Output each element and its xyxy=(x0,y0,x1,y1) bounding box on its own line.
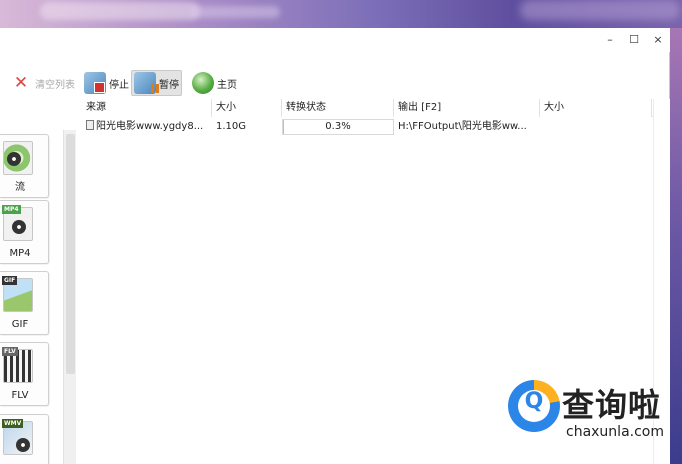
flv-format-icon: FLV xyxy=(2,347,33,383)
stop-label: 停止 xyxy=(109,79,129,91)
home-button[interactable]: 主页 xyxy=(190,70,239,96)
format-tile-wmv[interactable]: WMV xyxy=(0,414,49,464)
format-tile-gif[interactable]: GIF GIF xyxy=(0,271,49,335)
source-text: 阳光电影www.ygdy8... xyxy=(96,121,204,132)
format-tile-stream[interactable]: 流 xyxy=(0,134,49,198)
format-label: 流 xyxy=(15,182,25,193)
column-header-size[interactable]: 大小 xyxy=(212,99,282,117)
cell-output-size xyxy=(540,118,652,136)
column-header-status[interactable]: 转换状态 xyxy=(282,99,394,117)
progress-text: 0.3% xyxy=(325,121,351,132)
film-reel-icon xyxy=(7,152,21,166)
format-tag: WMV xyxy=(2,419,24,428)
wallpaper-cloud xyxy=(40,2,200,20)
pause-button[interactable]: 暂停 xyxy=(131,70,182,96)
format-tag: MP4 xyxy=(2,205,21,214)
mp4-format-icon: MP4 xyxy=(2,205,33,241)
format-tile-mp4[interactable]: MP4 MP4 xyxy=(0,200,49,264)
format-label: FLV xyxy=(11,390,29,401)
format-panel-scrollbar[interactable] xyxy=(63,130,76,464)
maximize-button[interactable]: ☐ xyxy=(622,32,646,48)
format-label: MP4 xyxy=(9,248,31,259)
clear-list-label: 清空列表 xyxy=(35,79,75,91)
column-header-output[interactable]: 输出 [F2] xyxy=(394,99,540,117)
delete-icon: ✕ xyxy=(13,73,29,93)
toolbar: ✕ 清空列表 停止 暂停 主页 xyxy=(0,68,670,98)
film-reel-icon xyxy=(12,220,26,234)
format-tag: FLV xyxy=(2,347,18,356)
table-header: 来源 大小 转换状态 输出 [F2] 大小 xyxy=(82,99,670,117)
format-label: GIF xyxy=(11,319,29,330)
wmv-format-icon: WMV xyxy=(2,419,33,455)
home-label: 主页 xyxy=(217,79,237,91)
desktop-wallpaper xyxy=(0,0,682,28)
watermark-chinese-text: 查询啦 xyxy=(562,386,662,424)
scrollbar-thumb[interactable] xyxy=(66,134,75,374)
close-button[interactable]: × xyxy=(646,32,670,48)
column-header-output-size[interactable]: 大小 xyxy=(540,99,652,117)
clear-list-button[interactable]: ✕ 清空列表 xyxy=(8,70,77,96)
gif-format-icon: GIF xyxy=(2,276,33,312)
cell-output-path: H:\FFOutput\阳光电影ww... xyxy=(398,121,527,132)
watermark-url-text: chaxunla.com xyxy=(566,424,664,440)
watermark-q-letter: Q xyxy=(524,389,544,414)
format-tag: GIF xyxy=(2,276,18,285)
stop-icon xyxy=(84,72,106,94)
wallpaper-cloud xyxy=(520,0,680,20)
title-bar: – ☐ × xyxy=(0,28,670,52)
format-tile-flv[interactable]: FLV FLV xyxy=(0,342,49,406)
wallpaper-cloud xyxy=(190,6,280,18)
home-globe-icon xyxy=(192,72,214,94)
stream-format-icon xyxy=(3,141,33,175)
file-icon xyxy=(86,120,94,130)
minimize-button[interactable]: – xyxy=(598,32,622,48)
column-header-source[interactable]: 来源 xyxy=(82,99,212,117)
pause-icon xyxy=(134,72,156,94)
cell-source: 阳光电影www.ygdy8... xyxy=(82,118,212,136)
format-panel: 流 MP4 MP4 GIF GIF FLV FLV WMV xyxy=(0,124,78,464)
conversion-progress-bar: 0.3% xyxy=(282,119,394,135)
cell-size: 1.10G xyxy=(216,121,247,132)
stop-button[interactable]: 停止 xyxy=(82,70,131,96)
watermark-logo: Q 查询啦 chaxunla.com xyxy=(504,376,680,448)
table-row[interactable]: 阳光电影www.ygdy8... 1.10G 0.3% H:\FFOutput\… xyxy=(82,118,670,136)
pause-label: 暂停 xyxy=(159,79,179,91)
film-reel-icon xyxy=(16,438,30,452)
